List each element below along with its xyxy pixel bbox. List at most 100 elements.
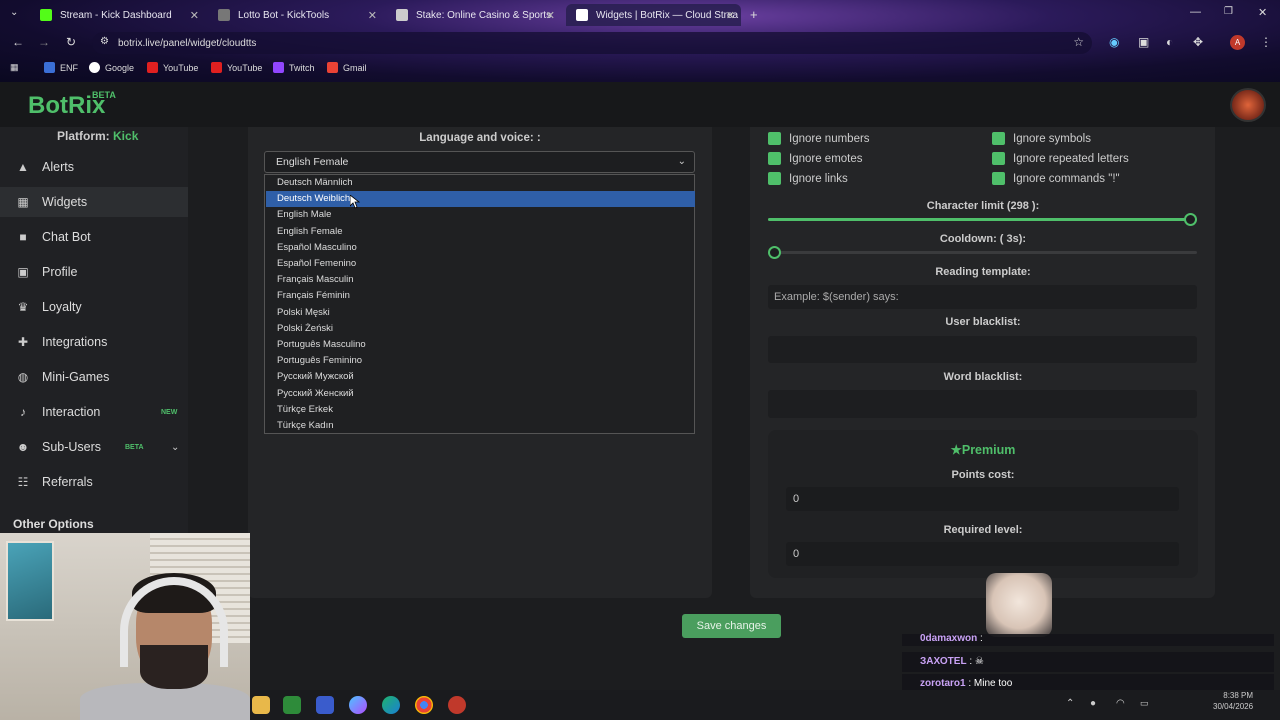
ignore-emotes-checkbox[interactable]: Ignore emotes <box>768 152 863 165</box>
ignore-repeated-letters-checkbox[interactable]: Ignore repeated letters <box>992 152 1129 165</box>
close-icon[interactable]: ✕ <box>546 9 555 22</box>
bookmark-enf[interactable]: ENF <box>44 62 78 73</box>
ignore-symbols-checkbox[interactable]: Ignore symbols <box>992 132 1091 145</box>
forward-icon[interactable]: → <box>38 35 50 49</box>
premium-title: ★Premium <box>950 443 1016 457</box>
dropdown-option[interactable]: Português Feminino <box>266 353 695 369</box>
sidebar-item-interaction[interactable]: ♪ Interaction NEW <box>0 397 188 427</box>
character-limit-slider-thumb[interactable] <box>1184 213 1197 226</box>
dropdown-option[interactable]: Deutsch Weiblich <box>266 191 695 208</box>
address-bar[interactable]: ⚙ botrix.live/panel/widget/cloudtts ☆ <box>92 32 1092 54</box>
dropdown-option[interactable]: Türkçe Erkek <box>266 402 695 418</box>
word-blacklist-label: Word blacklist: <box>943 371 1023 383</box>
close-icon[interactable]: ✕ <box>190 9 199 22</box>
menu-icon[interactable]: ⋮ <box>1260 35 1272 49</box>
battery-icon[interactable]: ▭ <box>1140 698 1149 709</box>
user-avatar[interactable] <box>1230 88 1266 122</box>
cooldown-slider-thumb[interactable] <box>768 246 781 259</box>
copilot-icon[interactable] <box>349 696 367 714</box>
window-close-button[interactable]: ✕ <box>1258 6 1267 19</box>
user-blacklist-input[interactable] <box>768 336 1197 363</box>
tray-chevron-icon[interactable]: ⌃ <box>1066 698 1074 709</box>
microphone-icon[interactable]: ● <box>1090 698 1096 709</box>
dropdown-option[interactable]: English Female <box>266 224 695 240</box>
file-explorer-icon[interactable] <box>252 696 270 714</box>
dropdown-option[interactable]: Español Femenino <box>266 256 695 272</box>
edit-app-icon[interactable] <box>316 696 334 714</box>
dropdown-option[interactable]: Deutsch Männlich <box>266 175 695 191</box>
sidebar-item-sub-users[interactable]: ☻ Sub-Users BETA ⌄ <box>0 432 188 462</box>
checkbox-checked-icon <box>768 172 781 185</box>
chrome-icon[interactable] <box>415 696 433 714</box>
sidebar-item-profile[interactable]: ▣ Profile <box>0 257 188 287</box>
close-icon[interactable]: ✕ <box>368 9 377 22</box>
system-clock[interactable]: 8:38 PM 30/04/2026 <box>1213 690 1253 712</box>
bookmark-youtube[interactable]: YouTube <box>211 62 262 73</box>
tab-kick-dashboard[interactable]: Stream - Kick Dashboard ✕ <box>30 4 205 26</box>
tab-search-icon[interactable]: ⌄ <box>10 7 18 18</box>
wifi-icon[interactable]: ◠ <box>1116 698 1125 709</box>
dropdown-option[interactable]: Français Féminin <box>266 288 695 304</box>
points-cost-input[interactable]: 0 <box>786 487 1179 511</box>
language-dropdown-list[interactable]: Deutsch Männlich Deutsch Weiblich Englis… <box>264 174 695 434</box>
tab-lotto-bot[interactable]: Lotto Bot - KickTools ✕ <box>208 4 383 26</box>
skull-emote-icon: ☠ <box>974 656 984 667</box>
chevron-down-icon[interactable]: ⌄ <box>171 442 179 453</box>
sidebar-item-mini-games[interactable]: ◍ Mini-Games <box>0 362 188 392</box>
dropdown-option[interactable]: Türkçe Kadın <box>266 418 695 434</box>
sidebar-item-referrals[interactable]: ☷ Referrals <box>0 467 188 497</box>
dropdown-option[interactable]: Русский Женский <box>266 386 695 402</box>
ignore-links-checkbox[interactable]: Ignore links <box>768 172 848 185</box>
maximize-button[interactable]: ❐ <box>1224 6 1233 17</box>
language-voice-select[interactable]: English Female ⌄ <box>264 151 695 173</box>
edge-icon[interactable] <box>382 696 400 714</box>
required-level-input[interactable]: 0 <box>786 542 1179 566</box>
user-blacklist-label: User blacklist: <box>945 316 1021 328</box>
xbox-icon[interactable] <box>283 696 301 714</box>
app-icon[interactable] <box>448 696 466 714</box>
dropdown-option[interactable]: Polski Żeński <box>266 321 695 337</box>
chat-message: 0damaxwon : <box>902 634 1274 646</box>
dropdown-option[interactable]: Español Masculino <box>266 240 695 256</box>
checkbox-checked-icon <box>768 132 781 145</box>
warning-icon: ▲ <box>17 160 29 174</box>
dropdown-option[interactable]: English Male <box>266 207 695 223</box>
extension-icon[interactable]: ▣ <box>1138 35 1149 49</box>
sidebar-item-alerts[interactable]: ▲ Alerts <box>0 152 188 182</box>
bookmark-star-icon[interactable]: ☆ <box>1073 35 1084 49</box>
sidebar-item-widgets[interactable]: ▦ Widgets <box>0 187 188 217</box>
dropdown-option[interactable]: Polski Męski <box>266 305 695 321</box>
bookmark-google[interactable]: Google <box>89 62 134 73</box>
back-icon[interactable]: ← <box>12 35 24 49</box>
dropdown-option[interactable]: Português Masculino <box>266 337 695 353</box>
sidebar-item-integrations[interactable]: ✚ Integrations <box>0 327 188 357</box>
reading-template-input[interactable]: Example: $(sender) says: <box>768 285 1197 309</box>
save-changes-button[interactable]: Save changes <box>682 614 781 638</box>
dropdown-option[interactable]: Français Masculin <box>266 272 695 288</box>
ignore-numbers-checkbox[interactable]: Ignore numbers <box>768 132 870 145</box>
tab-botrix-widgets[interactable]: Widgets | BotRix — Cloud Strea ✕ <box>566 4 741 26</box>
minimize-button[interactable]: — <box>1190 6 1201 18</box>
word-blacklist-input[interactable] <box>768 390 1197 418</box>
close-icon[interactable]: ✕ <box>726 9 735 22</box>
sidebar-item-loyalty[interactable]: ♛ Loyalty <box>0 292 188 322</box>
bookmark-youtube[interactable]: YouTube <box>147 62 198 73</box>
profile-avatar[interactable]: A <box>1230 35 1245 50</box>
botrix-logo[interactable]: BotRix BETA <box>28 90 116 120</box>
cooldown-track[interactable] <box>768 251 1197 254</box>
tab-stake[interactable]: Stake: Online Casino & Sports ✕ <box>386 4 561 26</box>
extension-icon[interactable]: ◐ <box>1166 35 1173 49</box>
reading-template-label: Reading template: <box>935 266 1031 278</box>
bookmark-gmail[interactable]: Gmail <box>327 62 367 73</box>
extensions-puzzle-icon[interactable]: ✥ <box>1193 35 1203 49</box>
sidebar-item-chat-bot[interactable]: ■ Chat Bot <box>0 222 188 252</box>
extension-icon[interactable]: ◉ <box>1109 35 1119 49</box>
ignore-commands-checkbox[interactable]: Ignore commands "!" <box>992 172 1120 185</box>
apps-icon[interactable]: ▦ <box>10 62 19 73</box>
reload-icon[interactable]: ↻ <box>66 35 76 49</box>
dropdown-option[interactable]: Русский Мужской <box>266 369 695 385</box>
botrix-icon <box>576 9 588 21</box>
site-info-icon[interactable]: ⚙ <box>100 36 109 47</box>
new-tab-button[interactable]: + <box>750 7 758 22</box>
bookmark-twitch[interactable]: Twitch <box>273 62 315 73</box>
